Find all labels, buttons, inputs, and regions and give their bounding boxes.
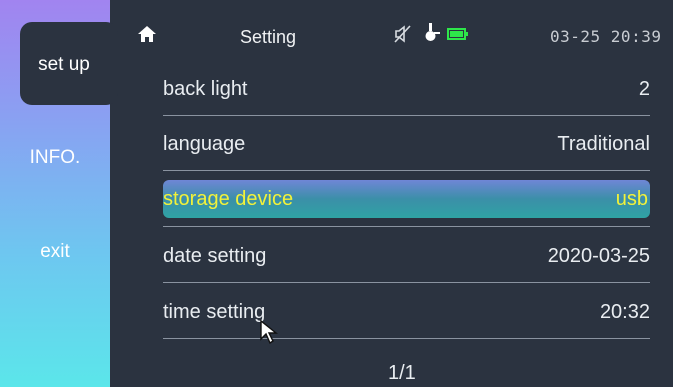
probe-icon [425,23,440,41]
setting-value: 2020-03-25 [547,245,650,267]
clock: 03-25 20:39 [550,27,662,46]
status-bar: Setting 03-25 20:39 [110,0,673,75]
home-icon[interactable] [137,24,157,44]
setting-label: back light [163,78,248,100]
setting-label: storage device [163,188,294,210]
setting-row-time-setting[interactable]: time setting 20:32 [163,296,650,328]
sidebar-item-info[interactable]: INFO. [0,147,110,169]
setting-value: 20:32 [599,301,650,323]
setting-row-date-setting[interactable]: date setting 2020-03-25 [163,240,650,272]
sidebar-item-label: INFO. [29,147,81,168]
page-title: Setting [240,27,297,47]
page-indicator: 1/1 [388,362,416,384]
divider [163,170,650,171]
setting-value: usb [615,188,648,210]
setting-row-back-light[interactable]: back light 2 [163,73,650,105]
setting-row-language[interactable]: language Traditional [163,128,650,160]
setting-label: language [163,133,246,155]
battery-icon [447,28,468,40]
sidebar-item-label: set up [38,54,90,75]
setting-value: 2 [638,78,650,100]
divider [163,282,650,283]
setting-label: date setting [163,245,267,267]
setting-value: Traditional [557,133,650,155]
divider [163,115,650,116]
setting-label: time setting [163,301,266,323]
divider [163,338,650,339]
divider [163,226,650,227]
sidebar-item-set-up[interactable]: set up [20,22,118,105]
setting-row-storage-device[interactable]: storage device usb [163,180,650,218]
mouse-cursor-icon [260,319,278,345]
mute-icon [394,25,411,43]
sidebar-item-label: exit [40,241,70,262]
sidebar-item-exit[interactable]: exit [0,241,110,263]
